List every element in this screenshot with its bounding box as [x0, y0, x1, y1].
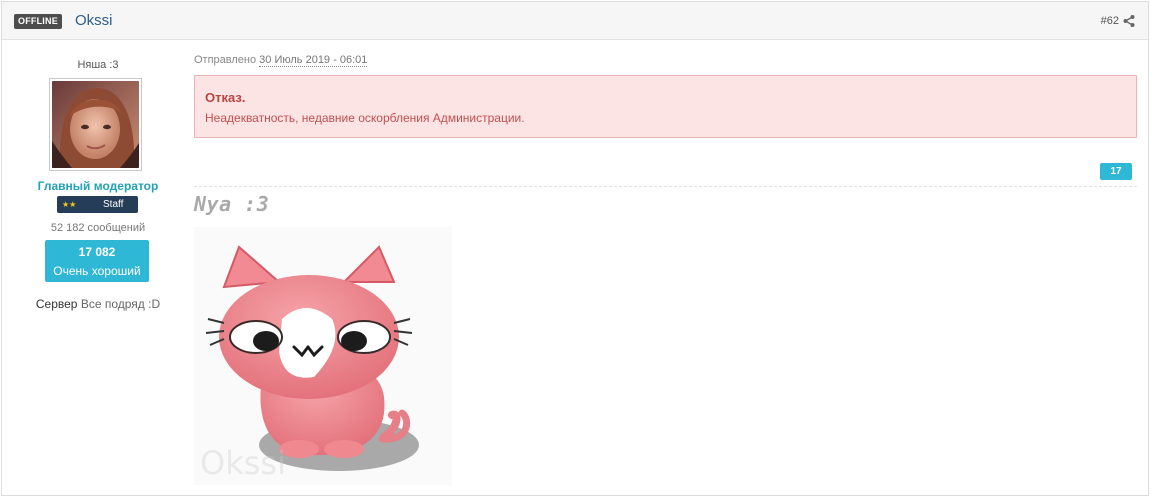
signature-divider — [194, 186, 1137, 187]
offline-badge: OFFLINE — [14, 14, 62, 29]
group-name: Главный модератор — [37, 179, 159, 193]
reputation-value: 17 082 — [78, 245, 116, 259]
post-meta: Отправлено 30 Июль 2019 - 06:01 — [194, 53, 368, 67]
post-count: 52 182 сообщений — [50, 222, 146, 234]
reputation-label: Очень хороший — [53, 264, 141, 278]
author-name-link[interactable]: Okssi — [75, 11, 113, 31]
reputation-box[interactable]: 17 082 Очень хороший — [45, 240, 149, 282]
like-count-badge[interactable]: 17 — [1100, 163, 1132, 180]
avatar[interactable] — [49, 78, 142, 171]
signature-cat-image: Okssi — [194, 227, 452, 485]
signature-watermark: Okssi — [200, 444, 286, 482]
staff-label: Staff — [103, 199, 124, 210]
forum-post: OFFLINE Okssi #62 Няша :3 Главный модера… — [1, 1, 1149, 496]
signature-text: Nya :3 — [194, 192, 270, 216]
star-icon: ★★ — [62, 200, 77, 209]
staff-badge: ★★ Staff — [57, 196, 138, 213]
server-value: Все подряд :D — [80, 297, 161, 311]
user-title: Няша :3 — [77, 59, 119, 71]
share-icon[interactable] — [1123, 14, 1135, 28]
posted-label: Отправлено — [194, 54, 257, 66]
post-date-link[interactable]: 30 Июль 2019 - 06:01 — [259, 54, 368, 67]
avatar-photo — [52, 81, 139, 168]
post-header: OFFLINE Okssi #62 — [2, 2, 1148, 40]
server-label: Сервер — [35, 297, 78, 311]
server-info: Сервер Все подряд :D — [30, 297, 166, 312]
notice-title: Отказ. — [205, 90, 246, 105]
moderation-notice: Отказ. Неадекватность, недавние оскорбле… — [194, 75, 1137, 138]
notice-text: Неадекватность, недавние оскорбления Адм… — [205, 111, 525, 125]
post-number-link[interactable]: #62 — [1101, 14, 1119, 28]
